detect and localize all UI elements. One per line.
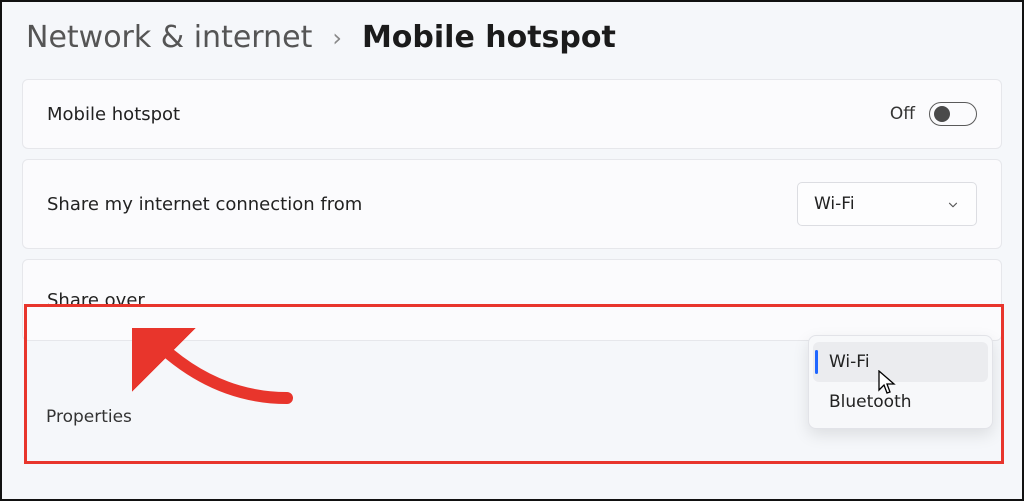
toggle-state-text: Off [890, 104, 915, 124]
dropdown-item-label: Wi-Fi [829, 352, 870, 372]
card-share-over: Share over [22, 259, 1002, 341]
dropdown-item-label: Bluetooth [829, 392, 912, 412]
chevron-right-icon: › [332, 24, 342, 52]
properties-label: Properties [46, 407, 132, 427]
dropdown-item-wifi[interactable]: Wi-Fi [813, 342, 988, 382]
breadcrumb: Network & internet › Mobile hotspot [2, 2, 1022, 79]
card-mobile-hotspot: Mobile hotspot Off [22, 79, 1002, 149]
toggle-knob [934, 106, 950, 122]
share-over-dropdown: Wi-Fi Bluetooth [808, 335, 993, 429]
chevron-down-icon [946, 197, 960, 211]
breadcrumb-current: Mobile hotspot [362, 20, 616, 55]
mobile-hotspot-toggle[interactable] [929, 102, 977, 126]
card-share-from: Share my internet connection from Wi-Fi [22, 159, 1002, 249]
dropdown-item-bluetooth[interactable]: Bluetooth [813, 382, 988, 422]
share-from-label: Share my internet connection from [47, 194, 362, 215]
share-from-selected: Wi-Fi [814, 194, 855, 214]
share-over-label: Share over [47, 290, 145, 311]
mobile-hotspot-label: Mobile hotspot [47, 104, 180, 125]
share-from-select[interactable]: Wi-Fi [797, 182, 977, 226]
breadcrumb-parent[interactable]: Network & internet [26, 20, 312, 55]
